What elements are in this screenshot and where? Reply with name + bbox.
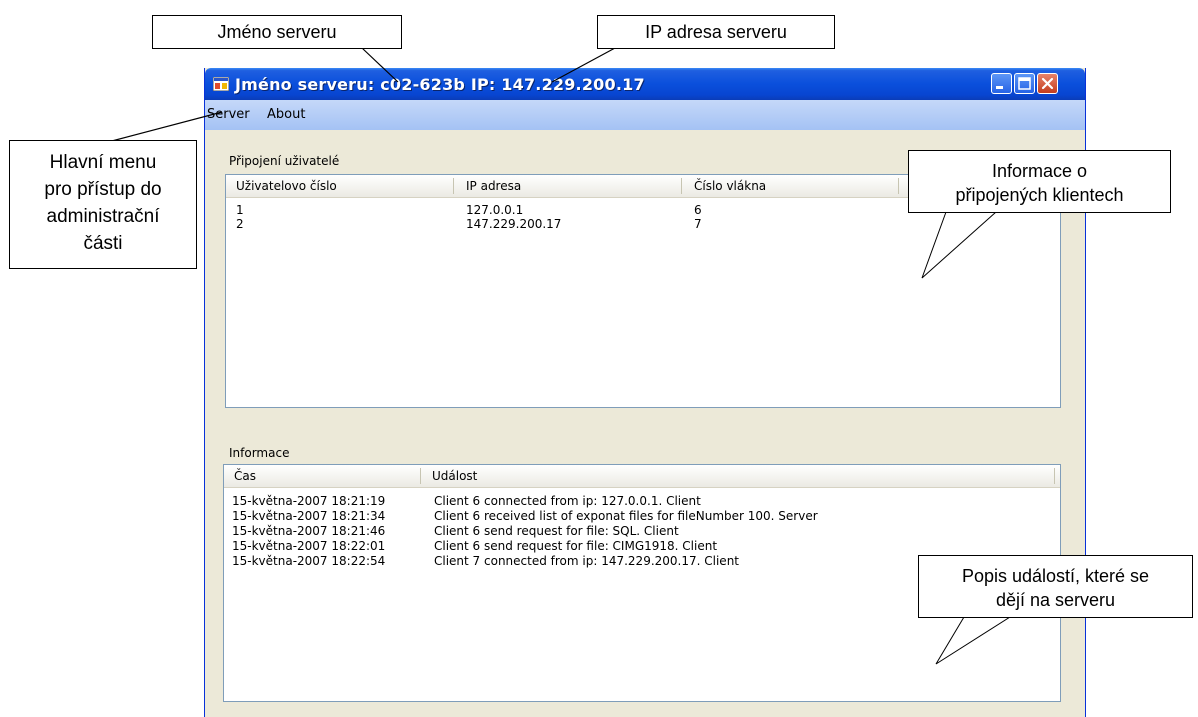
column-separator[interactable] [681,178,682,194]
list-item[interactable]: Client 7 connected from ip: 147.229.200.… [434,554,739,568]
title-bar[interactable]: Jméno serveru: c02-623b IP: 147.229.200.… [205,68,1085,100]
list-item[interactable]: Client 6 send request for file: CIMG1918… [434,539,717,553]
column-header-time[interactable]: Čas [234,469,256,483]
callout-main-menu: Hlavní menu pro přístup do administrační… [9,140,197,269]
list-item[interactable]: 15-května-2007 18:21:46 [232,524,385,538]
events-header: Čas Událost [224,465,1060,488]
callout-server-name: Jméno serveru [152,15,402,49]
callout-server-ip: IP adresa serveru [597,15,835,49]
list-item[interactable]: 15-května-2007 18:22:01 [232,539,385,553]
callout-main-menu-line: Hlavní menu [49,152,157,173]
table-cell[interactable]: 7 [694,217,702,231]
list-item[interactable]: 15-května-2007 18:21:34 [232,509,385,523]
column-header-ip[interactable]: IP adresa [466,179,521,193]
callout-events-info: Popis událostí, které se dějí na serveru [918,555,1193,618]
table-row[interactable]: 2 [236,217,244,231]
callout-server-name-text: Jméno serveru [217,22,337,42]
callout-events-info-line: dějí na serveru [995,590,1116,610]
column-header-thread[interactable]: Číslo vlákna [694,179,766,193]
callout-server-ip-text: IP adresa serveru [645,22,787,42]
callout-main-menu-line: administrační [46,206,160,227]
window-title: Jméno serveru: c02-623b IP: 147.229.200.… [235,75,645,94]
connected-users-label: Připojení uživatelé [229,154,340,168]
list-item[interactable]: 15-května-2007 18:22:54 [232,554,385,568]
callout-main-menu-line: části [83,233,123,254]
callout-main-menu-line: pro přístup do [44,179,162,200]
menu-bar: Server About [205,100,1085,130]
list-item[interactable]: Client 6 received list of exponat files … [434,509,818,523]
column-separator[interactable] [420,468,421,484]
maximize-button[interactable] [1014,73,1035,94]
information-label: Informace [229,446,290,460]
list-item[interactable]: Client 6 send request for file: SQL. Cli… [434,524,679,538]
list-item[interactable]: 15-května-2007 18:21:19 [232,494,385,508]
column-separator[interactable] [898,178,899,194]
column-separator[interactable] [453,178,454,194]
callout-clients-info: Informace o připojených klientech [908,150,1171,213]
list-item[interactable]: Client 6 connected from ip: 127.0.0.1. C… [434,494,701,508]
close-button[interactable] [1037,73,1058,94]
minimize-button[interactable] [991,73,1012,94]
callout-clients-info-line: připojených klientech [955,185,1124,205]
column-separator[interactable] [1054,468,1055,484]
app-icon [213,77,229,91]
table-cell[interactable]: 147.229.200.17 [466,217,561,231]
callout-clients-info-line: Informace o [991,161,1088,181]
column-header-event[interactable]: Událost [432,469,477,483]
table-cell[interactable]: 6 [694,203,702,217]
close-icon [1041,77,1054,90]
column-header-user-number[interactable]: Uživatelovo číslo [236,179,337,193]
menu-server[interactable]: Server [207,107,250,122]
callout-events-info-line: Popis událostí, které se [961,566,1150,586]
maximize-icon [1018,77,1031,90]
table-cell[interactable]: 127.0.0.1 [466,203,523,217]
minimize-icon [996,86,1003,89]
menu-about[interactable]: About [267,107,305,122]
table-row[interactable]: 1 [236,203,244,217]
